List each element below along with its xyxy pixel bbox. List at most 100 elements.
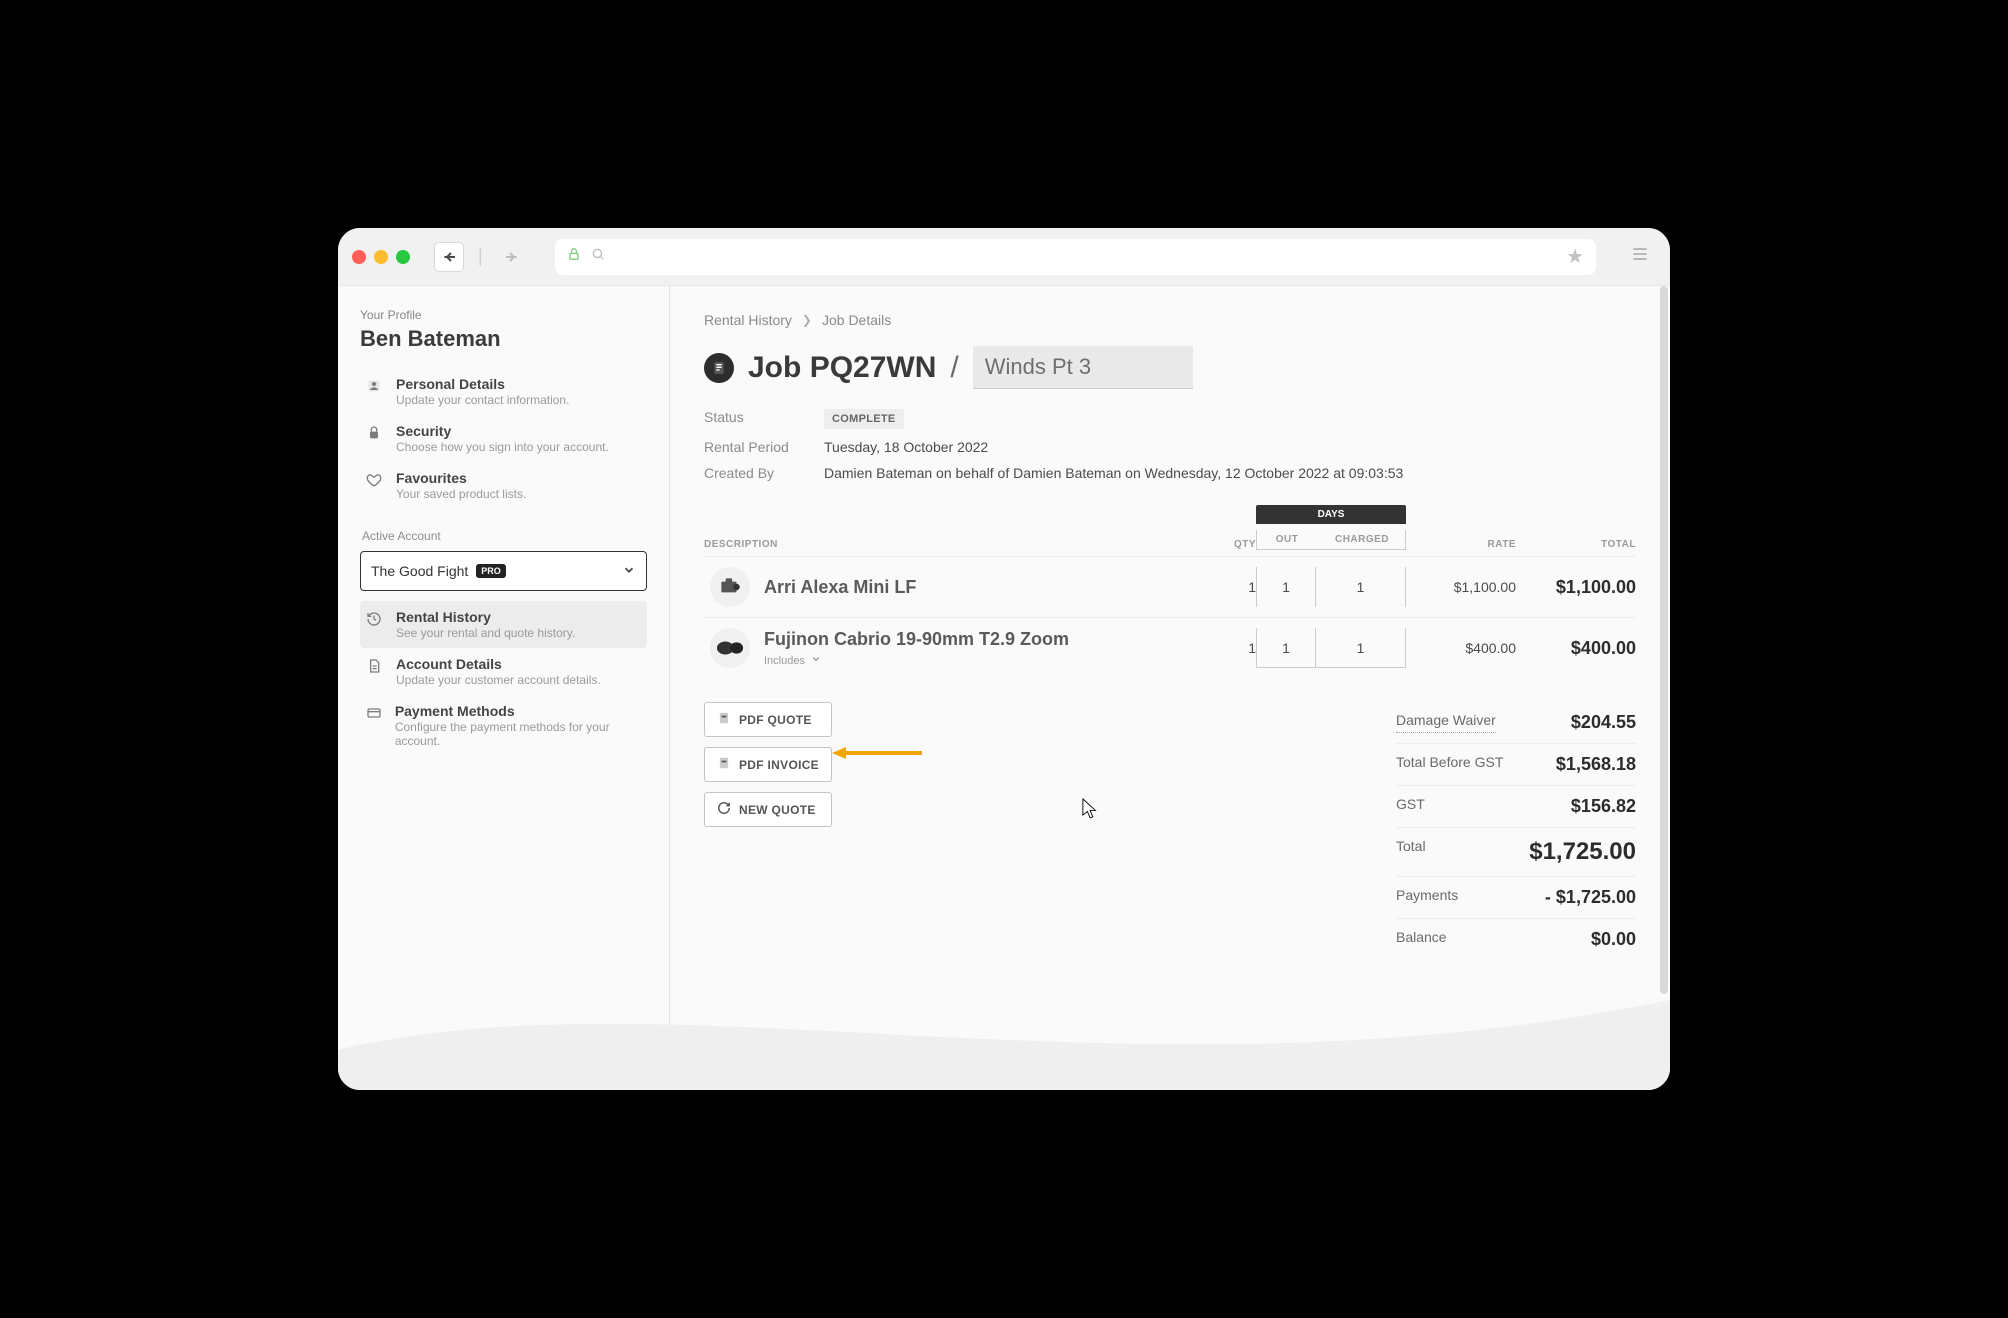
total-row-grand: Total $1,725.00 bbox=[1396, 828, 1636, 877]
total-label: Total bbox=[1396, 838, 1426, 866]
chevron-down-icon bbox=[622, 563, 636, 580]
sidebar-item-sub: Your saved product lists. bbox=[396, 487, 526, 501]
page-title: Job PQ27WN bbox=[748, 351, 936, 385]
includes-toggle[interactable]: Includes bbox=[764, 654, 1176, 667]
th-desc: DESCRIPTION bbox=[704, 539, 1176, 550]
sidebar-item-personal-details[interactable]: Personal Details Update your contact inf… bbox=[360, 368, 647, 415]
total-label: Balance bbox=[1396, 929, 1447, 950]
total-row: Damage Waiver $204.55 bbox=[1396, 702, 1636, 744]
scrollbar[interactable] bbox=[1660, 286, 1668, 1090]
table-row: Arri Alexa Mini LF 1 1 1 $1,100.00 $1,10… bbox=[704, 556, 1636, 617]
star-icon[interactable]: ★ bbox=[1566, 244, 1584, 269]
item-charged: 1 bbox=[1316, 628, 1406, 668]
sidebar-item-label: Personal Details bbox=[396, 376, 569, 392]
job-icon bbox=[704, 353, 734, 383]
back-button[interactable] bbox=[434, 242, 464, 272]
close-window-icon[interactable] bbox=[352, 250, 366, 264]
pro-badge: PRO bbox=[476, 564, 506, 578]
title-prefix: Job bbox=[748, 351, 801, 384]
pdf-icon bbox=[717, 711, 731, 728]
total-label: GST bbox=[1396, 796, 1425, 817]
new-quote-button[interactable]: NEW QUOTE bbox=[704, 792, 832, 827]
sidebar-item-sub: Configure the payment methods for your a… bbox=[395, 720, 641, 748]
pdf-invoice-button[interactable]: PDF INVOICE bbox=[704, 747, 832, 782]
breadcrumb-item[interactable]: Rental History bbox=[704, 312, 792, 328]
arrow-right-icon bbox=[504, 249, 520, 265]
table-header: DESCRIPTION QTY OUT CHARGED RATE TOTAL bbox=[704, 524, 1636, 556]
th-total: TOTAL bbox=[1516, 539, 1636, 550]
meta-period-label: Rental Period bbox=[704, 439, 824, 455]
includes-label: Includes bbox=[764, 655, 805, 667]
item-charged: 1 bbox=[1316, 567, 1406, 607]
user-card-icon bbox=[366, 378, 384, 399]
pdf-icon bbox=[717, 756, 731, 773]
total-row: Balance $0.00 bbox=[1396, 919, 1636, 960]
days-subheader: OUT CHARGED bbox=[1256, 530, 1406, 550]
scrollbar-thumb[interactable] bbox=[1660, 286, 1668, 994]
app-content: Your Profile Ben Bateman Personal Detail… bbox=[338, 286, 1670, 1090]
total-row: Total Before GST $1,568.18 bbox=[1396, 744, 1636, 786]
browser-window: | ★ Your Profile Ben Bateman bbox=[330, 220, 1678, 1098]
item-total: $1,100.00 bbox=[1516, 577, 1636, 598]
sidebar-item-account-details[interactable]: Account Details Update your customer acc… bbox=[360, 648, 647, 695]
meta-created-label: Created By bbox=[704, 465, 824, 481]
chevron-right-icon: ❯ bbox=[802, 313, 812, 327]
total-label: Payments bbox=[1396, 887, 1458, 908]
item-out: 1 bbox=[1256, 567, 1316, 607]
lock-icon bbox=[567, 247, 581, 266]
total-row: GST $156.82 bbox=[1396, 786, 1636, 828]
active-account-label: Active Account bbox=[362, 529, 647, 543]
menu-button[interactable] bbox=[1624, 244, 1656, 270]
meta-period-value: Tuesday, 18 October 2022 bbox=[824, 439, 1636, 455]
job-meta: Status COMPLETE Rental Period Tuesday, 1… bbox=[704, 409, 1636, 481]
total-value: - $1,725.00 bbox=[1545, 887, 1636, 908]
your-profile-label: Your Profile bbox=[360, 308, 647, 322]
meta-created-value: Damien Bateman on behalf of Damien Batem… bbox=[824, 465, 1636, 481]
breadcrumb-item: Job Details bbox=[822, 312, 891, 328]
item-name: Arri Alexa Mini LF bbox=[764, 577, 1176, 598]
item-rate: $1,100.00 bbox=[1406, 579, 1516, 595]
sidebar-item-sub: Choose how you sign into your account. bbox=[396, 440, 609, 454]
total-label: Total Before GST bbox=[1396, 754, 1503, 775]
browser-toolbar: | ★ bbox=[338, 228, 1670, 286]
profile-name: Ben Bateman bbox=[360, 326, 647, 352]
address-bar[interactable]: ★ bbox=[555, 239, 1596, 275]
total-value: $1,725.00 bbox=[1529, 838, 1636, 866]
account-name: The Good Fight bbox=[371, 563, 468, 579]
refresh-icon bbox=[717, 801, 731, 818]
pdf-quote-button[interactable]: PDF QUOTE bbox=[704, 702, 832, 737]
status-badge: COMPLETE bbox=[824, 409, 904, 429]
footer-area: PDF QUOTE PDF INVOICE NEW QUOTE bbox=[704, 702, 1636, 960]
total-value: $0.00 bbox=[1591, 929, 1636, 950]
total-value: $204.55 bbox=[1571, 712, 1636, 733]
sidebar-item-sub: Update your contact information. bbox=[396, 393, 569, 407]
item-total: $400.00 bbox=[1516, 638, 1636, 659]
minimize-window-icon[interactable] bbox=[374, 250, 388, 264]
sidebar-item-sub: Update your customer account details. bbox=[396, 673, 601, 687]
item-qty: 1 bbox=[1176, 579, 1256, 595]
job-name-input[interactable] bbox=[973, 346, 1193, 389]
main-panel: Rental History ❯ Job Details Job PQ27WN … bbox=[670, 286, 1670, 1090]
chevron-down-icon bbox=[811, 654, 821, 667]
account-selector[interactable]: The Good Fight PRO bbox=[360, 551, 647, 591]
sidebar-item-favourites[interactable]: Favourites Your saved product lists. bbox=[360, 462, 647, 509]
sidebar-item-security[interactable]: Security Choose how you sign into your a… bbox=[360, 415, 647, 462]
total-value: $1,568.18 bbox=[1556, 754, 1636, 775]
hamburger-icon bbox=[1630, 244, 1650, 264]
forward-button bbox=[497, 242, 527, 272]
total-label: Damage Waiver bbox=[1396, 712, 1496, 733]
th-charged: CHARGED bbox=[1317, 534, 1407, 545]
item-out: 1 bbox=[1256, 628, 1316, 668]
search-icon bbox=[591, 247, 605, 266]
button-label: PDF QUOTE bbox=[739, 713, 812, 727]
sidebar-item-rental-history[interactable]: Rental History See your rental and quote… bbox=[360, 601, 647, 648]
sidebar-item-label: Rental History bbox=[396, 609, 575, 625]
item-qty: 1 bbox=[1176, 640, 1256, 656]
actions: PDF QUOTE PDF INVOICE NEW QUOTE bbox=[704, 702, 832, 827]
table-row: Fujinon Cabrio 19-90mm T2.9 Zoom Include… bbox=[704, 617, 1636, 678]
lock-icon bbox=[366, 425, 384, 446]
th-qty: QTY bbox=[1176, 539, 1256, 550]
sidebar-item-payment-methods[interactable]: Payment Methods Configure the payment me… bbox=[360, 695, 647, 756]
maximize-window-icon[interactable] bbox=[396, 250, 410, 264]
sidebar-item-sub: See your rental and quote history. bbox=[396, 626, 575, 640]
